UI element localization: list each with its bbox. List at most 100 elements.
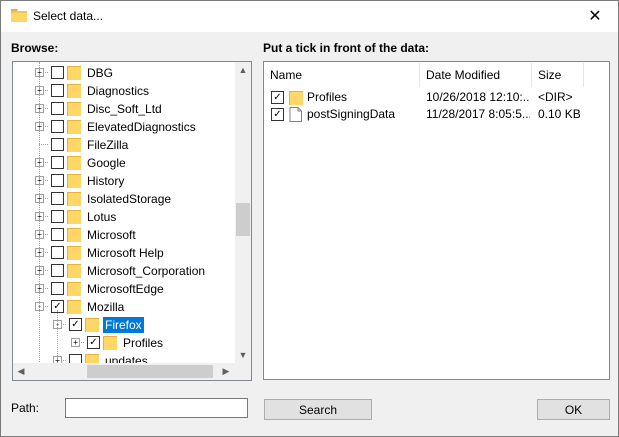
folder-icon [67, 156, 81, 170]
tree-item-label: Firefox [103, 317, 144, 333]
tree-item[interactable]: + ✓ Profiles [13, 334, 235, 352]
list-item-name: postSigningData [307, 107, 396, 121]
tree-item[interactable]: + DBG [13, 64, 235, 82]
tree-item-label: DBG [87, 66, 114, 80]
tree-item[interactable]: + Microsoft Help [13, 244, 235, 262]
tree-item-label: Google [87, 156, 126, 170]
scroll-up-icon[interactable]: ▲ [235, 62, 251, 78]
tree-item-checkbox[interactable] [51, 228, 64, 241]
folder-icon [67, 66, 81, 80]
folder-icon [289, 91, 303, 105]
folder-icon [67, 282, 81, 296]
close-button[interactable]: ✕ [572, 1, 618, 32]
list-item-checkbox[interactable]: ✓ [271, 108, 284, 121]
column-header-date-modified[interactable]: Date Modified [420, 63, 532, 87]
tree-item-checkbox[interactable] [51, 102, 64, 115]
tree-item[interactable]: + Lotus [13, 208, 235, 226]
folder-icon [103, 336, 117, 350]
tree-item-label: Diagnostics [87, 84, 150, 98]
folder-icon [67, 210, 81, 224]
path-input[interactable] [65, 398, 248, 418]
tree-item[interactable]: FileZilla [13, 136, 235, 154]
list-item-size: 0.10 KB [538, 107, 581, 121]
tree-item-checkbox[interactable] [51, 66, 64, 79]
list-item-checkbox[interactable]: ✓ [271, 91, 284, 104]
tree-item-label: Microsoft Help [87, 246, 164, 260]
column-header-size[interactable]: Size [532, 63, 584, 87]
tree-item[interactable]: + Microsoft_Corporation [13, 262, 235, 280]
tree-horizontal-scroll-thumb[interactable] [87, 365, 213, 378]
folder-icon [85, 318, 99, 332]
tree-item-checkbox[interactable] [51, 84, 64, 97]
file-list[interactable]: Name Date Modified Size ✓ Profiles 10/26/2… [263, 61, 610, 380]
tree-horizontal-scrollbar[interactable]: ◀ ▶ [13, 363, 234, 380]
dialog-window: Select data... ✕ Browse: Put a tick in f… [0, 0, 619, 437]
list-item[interactable]: ✓ postSigningData 11/28/2017 8:05:5... 0.10… [264, 106, 604, 123]
search-button[interactable]: Search [264, 399, 372, 420]
scroll-down-icon[interactable]: ▼ [235, 347, 251, 363]
folder-icon [67, 264, 81, 278]
tree-connector [39, 144, 48, 145]
list-item-date: 11/28/2017 8:05:5... [426, 107, 530, 121]
tree-item-label: Lotus [87, 210, 117, 224]
tree-item[interactable]: + MicrosoftEdge [13, 280, 235, 298]
tree-branch-line [57, 310, 58, 360]
tree-item-checkbox[interactable] [51, 192, 64, 205]
folder-icon [67, 174, 81, 188]
tree-vertical-scrollbar[interactable]: ▲ ▼ [235, 62, 251, 363]
tree-item[interactable]: - ✓ Mozilla [13, 298, 235, 316]
tree-item-checkbox[interactable] [51, 174, 64, 187]
list-item-date: 10/26/2018 12:10:... [426, 90, 530, 104]
folder-icon [67, 138, 81, 152]
tree-item-checkbox[interactable]: ✓ [87, 336, 100, 349]
file-icon [289, 107, 302, 122]
folder-icon [11, 9, 27, 22]
tree-item-checkbox[interactable]: ✓ [69, 318, 82, 331]
tree-item[interactable]: + ElevatedDiagnostics [13, 118, 235, 136]
tree-item-checkbox[interactable] [51, 120, 64, 133]
tree-item[interactable]: - ✓ Firefox [13, 316, 235, 334]
tree-item-label: MicrosoftEdge [87, 282, 164, 296]
folder-icon [67, 246, 81, 260]
folder-icon [67, 84, 81, 98]
browse-label: Browse: [11, 41, 59, 55]
close-icon: ✕ [588, 8, 602, 25]
tree-item[interactable]: + Diagnostics [13, 82, 235, 100]
folder-icon [67, 120, 81, 134]
list-item[interactable]: ✓ Profiles 10/26/2018 12:10:... <DIR> [264, 89, 604, 106]
window-title: Select data... [33, 9, 104, 23]
tree-item-checkbox[interactable] [51, 246, 64, 259]
tree-item[interactable]: + History [13, 172, 235, 190]
title-bar: Select data... ✕ [1, 1, 618, 32]
tree-item-checkbox[interactable] [51, 282, 64, 295]
tree-trunk-line [39, 62, 40, 362]
column-header-name[interactable]: Name [264, 63, 420, 87]
scroll-left-icon[interactable]: ◀ [13, 363, 29, 379]
tree-item-label: Microsoft_Corporation [87, 264, 206, 278]
path-label: Path: [11, 401, 40, 415]
tree-item-label: IsolatedStorage [87, 192, 172, 206]
list-item-size: <DIR> [538, 90, 573, 104]
folder-icon [67, 192, 81, 206]
tree-item-label: Microsoft [87, 228, 136, 242]
tree-item-label: Profiles [123, 336, 164, 350]
scroll-right-icon[interactable]: ▶ [218, 363, 234, 379]
folder-tree[interactable]: + DBG + Diagnostics + Disc_Soft_Ltd + ElevatedD… [12, 61, 252, 381]
tree-vertical-scroll-thumb[interactable] [236, 203, 250, 236]
tree-item-checkbox[interactable] [51, 210, 64, 223]
tree-item-label: History [87, 174, 125, 188]
tree-item[interactable]: + Microsoft [13, 226, 235, 244]
folder-icon [67, 228, 81, 242]
tree-item[interactable]: + IsolatedStorage [13, 190, 235, 208]
tree-item[interactable]: + Disc_Soft_Ltd [13, 100, 235, 118]
tree-item-checkbox[interactable] [51, 138, 64, 151]
list-item-name: Profiles [307, 90, 348, 104]
folder-icon [67, 300, 81, 314]
tree-item-checkbox[interactable] [51, 264, 64, 277]
tree-item[interactable]: + Google [13, 154, 235, 172]
ok-button[interactable]: OK [537, 399, 610, 420]
tree-item-label: Mozilla [87, 300, 125, 314]
tree-item-checkbox[interactable] [51, 156, 64, 169]
expand-icon[interactable]: + [71, 338, 80, 347]
tree-item-label: FileZilla [87, 138, 129, 152]
